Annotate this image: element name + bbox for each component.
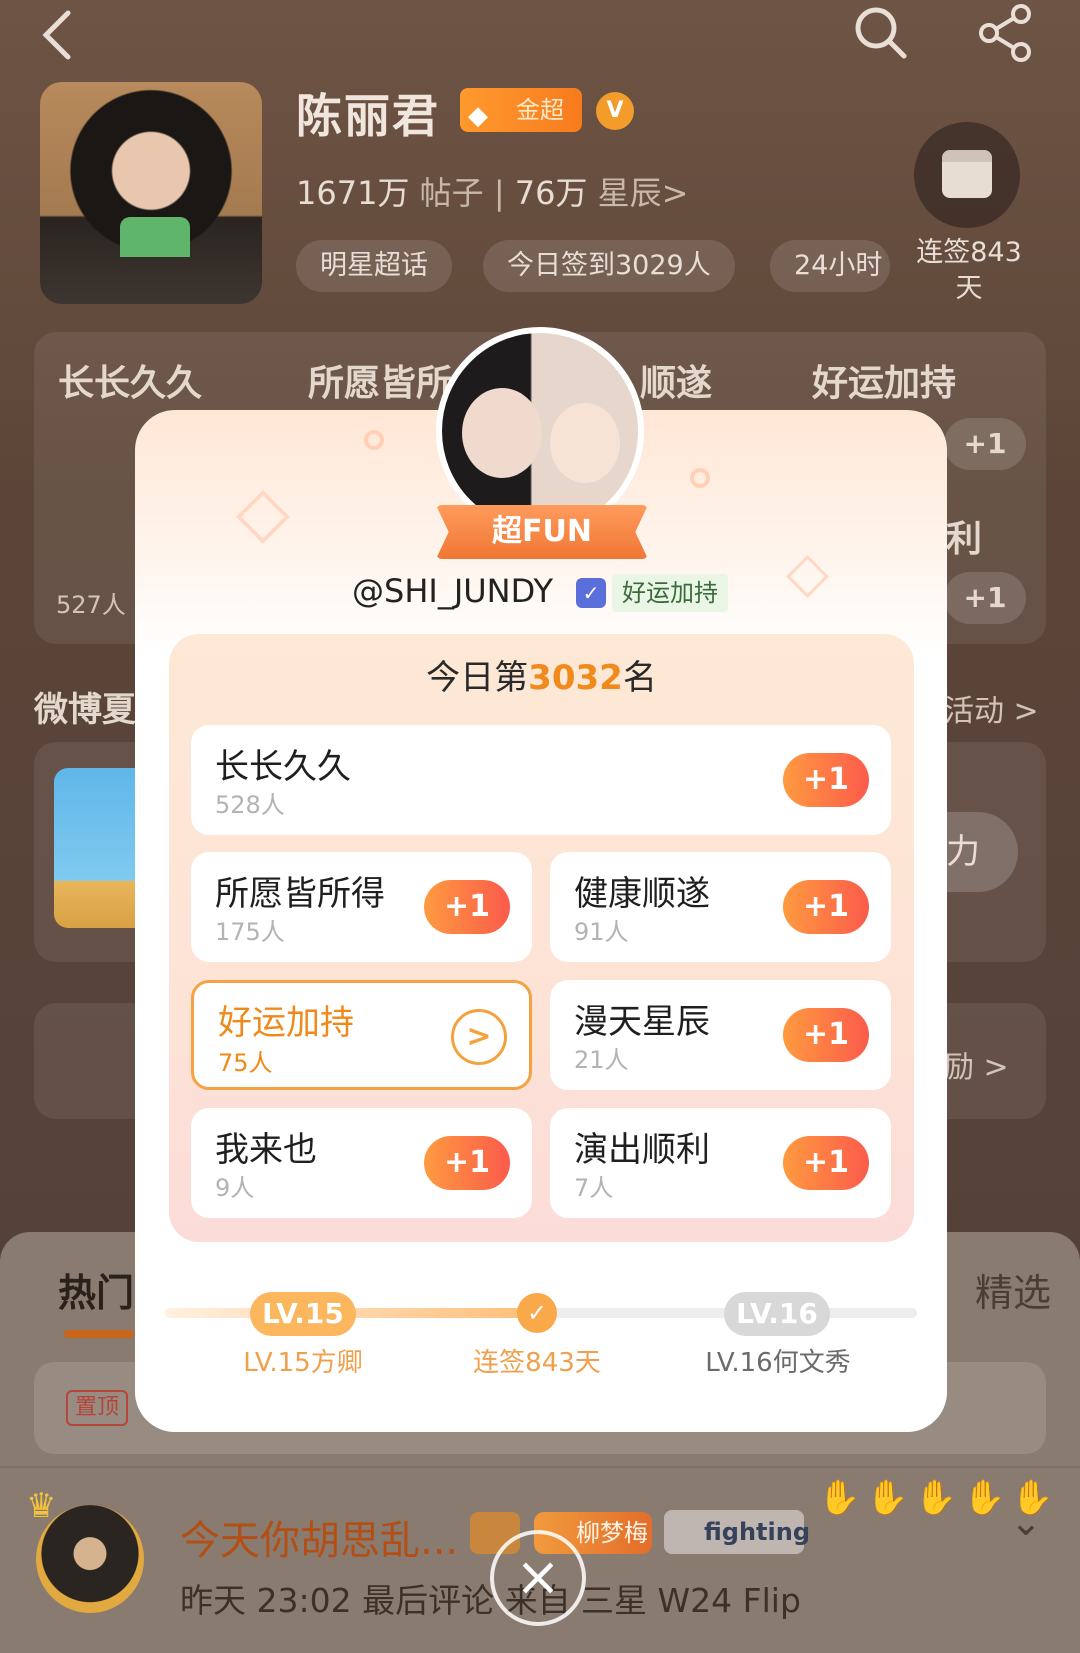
rank-title: 今日第3032名	[426, 658, 657, 698]
circle-deco	[690, 468, 710, 488]
plus-one-button[interactable]: +1	[424, 880, 510, 934]
pinned-tag: 置顶	[66, 1390, 128, 1426]
bg-card-label: 所愿皆所	[308, 363, 453, 404]
posts-count: 1671万	[296, 174, 410, 212]
verified-icon: V	[596, 92, 634, 130]
stars-link[interactable]: 星辰>	[598, 174, 689, 212]
diamond-deco-icon: ◇	[236, 470, 290, 552]
option-card[interactable]: 健康顺遂 91人 +1	[550, 852, 891, 962]
option-card-selected[interactable]: 好运加持 75人 >	[191, 980, 532, 1090]
post-title[interactable]: 今天你胡思乱...	[180, 1508, 458, 1566]
search-icon[interactable]	[850, 2, 912, 64]
crown-icon: ♛	[26, 1486, 57, 1526]
star-name: 陈丽君	[296, 89, 440, 143]
option-card[interactable]: 我来也 9人 +1	[191, 1108, 532, 1218]
bg-activity-link[interactable]: 活动 >	[944, 686, 1039, 730]
plus-one-button[interactable]: +1	[424, 1136, 510, 1190]
plus-one-button[interactable]: +1	[783, 880, 869, 934]
pill-checkin-today[interactable]: 今日签到3029人	[483, 240, 735, 292]
bg-card-label: 长长久久	[58, 363, 203, 404]
bg-card-label: 利	[946, 519, 983, 560]
checkin-streak: 连签843 天	[916, 237, 1022, 304]
checkin-button[interactable]	[914, 122, 1020, 228]
chevron-down-icon[interactable]: ⌄	[1010, 1500, 1042, 1544]
option-card[interactable]: 长长久久 528人 +1	[191, 725, 891, 835]
option-card[interactable]: 所愿皆所得 175人 +1	[191, 852, 532, 962]
posts-label: 帖子	[419, 174, 484, 212]
plus-one-button[interactable]: +1	[783, 1008, 869, 1062]
next-level-badge: LV.16	[724, 1292, 830, 1336]
stars-count: 76万	[514, 174, 588, 212]
share-icon[interactable]	[975, 2, 1037, 64]
bg-card-label: 顺遂	[640, 363, 713, 404]
rank-number: 3032	[528, 658, 623, 698]
bg-people-count: 527人	[56, 591, 126, 619]
gold-super-badge[interactable]: ◆ 金超	[460, 88, 582, 132]
option-card[interactable]: 漫天星辰 21人 +1	[550, 980, 891, 1090]
plus-one-button[interactable]: +1	[783, 753, 869, 807]
bg-section-title: 微博夏	[34, 690, 136, 730]
plus-one-button[interactable]: +1	[783, 1136, 869, 1190]
gem-icon: ◆	[468, 101, 488, 131]
star-avatar[interactable]	[40, 82, 262, 304]
back-arrow-icon[interactable]	[30, 5, 90, 65]
checkmark-icon: ✓	[517, 1293, 557, 1333]
streak-label: 连签843天	[473, 1348, 601, 1378]
next-level-label: LV.16何文秀	[705, 1348, 851, 1378]
divider	[0, 1466, 1080, 1468]
current-level-label: LV.15方卿	[243, 1348, 363, 1378]
option-card[interactable]: 演出顺利 7人 +1	[550, 1108, 891, 1218]
calendar-check-icon: ✓	[576, 578, 606, 608]
tab-selected[interactable]: 精选	[975, 1262, 1051, 1317]
calendar-check-icon	[942, 150, 992, 198]
stats-line: 1671万 帖子 | 76万 星辰>	[296, 174, 689, 212]
chevron-right-icon[interactable]: >	[451, 1009, 507, 1065]
user-handle: @SHI_JUNDY	[352, 572, 554, 610]
bg-plus-button[interactable]: +1	[944, 418, 1026, 470]
user-status-badge: 好运加持	[612, 574, 728, 612]
tab-hot[interactable]: 热门	[58, 1262, 134, 1317]
super-fun-ribbon: 超FUN	[436, 505, 648, 559]
tab-underline	[64, 1330, 134, 1338]
bg-plus-button[interactable]: +1	[944, 572, 1026, 624]
pill-24h[interactable]: 24小时	[770, 240, 890, 292]
circle-deco	[364, 430, 384, 450]
close-icon[interactable]: ×	[490, 1530, 586, 1626]
bg-card-label: 好运加持	[812, 363, 957, 404]
user-avatar	[436, 327, 644, 535]
current-level-badge: LV.15	[250, 1292, 356, 1336]
fighting-badge: fighting	[664, 1510, 810, 1554]
pill-star-topic[interactable]: 明星超话	[296, 240, 452, 292]
diamond-deco-icon: ◇	[786, 540, 830, 605]
bg-reward-link[interactable]: 励 >	[944, 1042, 1009, 1086]
